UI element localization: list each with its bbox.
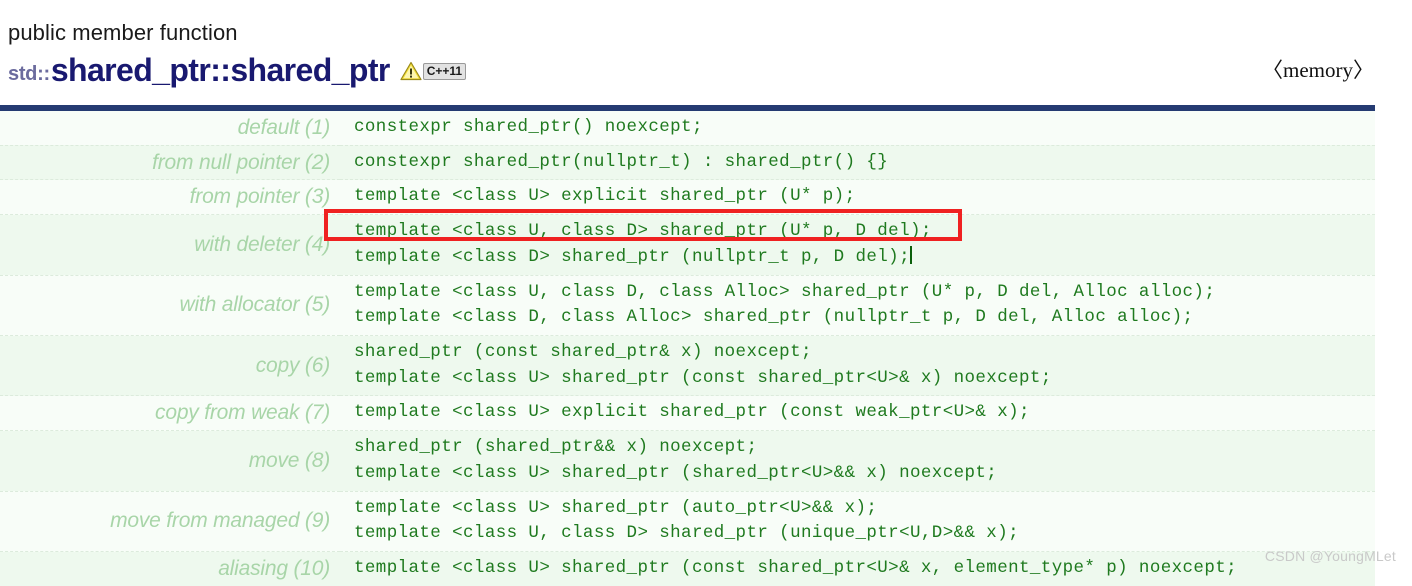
- signature-code: constexpr shared_ptr() noexcept;: [340, 108, 1375, 145]
- table-row: default (1) constexpr shared_ptr() noexce…: [0, 108, 1375, 146]
- warning-triangle-icon[interactable]: [400, 61, 422, 81]
- code-line: template <class U, class D> shared_ptr (…: [354, 523, 1020, 544]
- table-row: from pointer (3) template <class U> expli…: [0, 179, 1375, 215]
- signature-code: template <class U> shared_ptr (auto_ptr<…: [340, 491, 1375, 551]
- signature-code: template <class U> shared_ptr (const sha…: [340, 552, 1375, 586]
- table-row: aliasing (10) template <class U> shared_p…: [0, 551, 1375, 586]
- code-line: constexpr shared_ptr() noexcept;: [354, 117, 703, 137]
- title-badges: C++11: [400, 61, 467, 81]
- signatures-table: default (1) constexpr shared_ptr() noexce…: [0, 105, 1375, 586]
- signature-code: shared_ptr (shared_ptr&& x) noexcept; tem…: [340, 431, 1375, 491]
- table-row: copy (6) shared_ptr (const shared_ptr& x)…: [0, 335, 1375, 396]
- signature-code: template <class U> explicit shared_ptr (…: [340, 180, 1375, 215]
- table-row: move (8) shared_ptr (shared_ptr&& x) noex…: [0, 430, 1375, 492]
- table-row: with allocator (5) template <class U, cla…: [0, 275, 1375, 336]
- signature-code: constexpr shared_ptr(nullptr_t) : shared…: [340, 145, 1375, 180]
- signature-variant-label: from null pointer (2): [152, 150, 330, 174]
- signature-code: shared_ptr (const shared_ptr& x) noexcep…: [340, 336, 1375, 396]
- code-line: template <class U> shared_ptr (shared_pt…: [354, 462, 998, 483]
- code-line: constexpr shared_ptr(nullptr_t) : shared…: [354, 151, 889, 172]
- signature-variant-label: copy (6): [255, 353, 330, 377]
- code-line: template <class U> explicit shared_ptr (…: [354, 186, 856, 207]
- signature-variant-label: move from managed (9): [110, 509, 330, 533]
- code-line: shared_ptr (shared_ptr&& x) noexcept;: [354, 437, 758, 458]
- page-title: std:: shared_ptr::shared_ptr C++11: [0, 44, 1412, 86]
- code-line: template <class U, class D, class Alloc>…: [354, 281, 1216, 302]
- text-cursor: [910, 245, 912, 264]
- table-row: with deleter (4) template <class U, class…: [0, 214, 1375, 276]
- code-line: template <class U> shared_ptr (auto_ptr<…: [354, 497, 878, 518]
- function-name: shared_ptr::shared_ptr: [50, 52, 391, 88]
- code-line: template <class U> shared_ptr (const sha…: [354, 558, 1238, 579]
- signature-variant-label: aliasing (10): [218, 556, 330, 580]
- signature-variant-label: from pointer (3): [189, 185, 331, 209]
- watermark: CSDN @YoungMLet: [1264, 548, 1396, 564]
- table-row: copy from weak (7) template <class U> exp…: [0, 395, 1375, 431]
- signature-variant-label: with allocator (5): [179, 293, 331, 317]
- signature-variant-label: default (1): [237, 115, 331, 139]
- function-kind-label: public member function: [8, 20, 238, 45]
- code-line: shared_ptr (const shared_ptr& x) noexcep…: [354, 342, 812, 363]
- signature-code: template <class U, class D> shared_ptr (…: [340, 215, 1375, 275]
- code-line: template <class U> explicit shared_ptr (…: [354, 402, 1030, 423]
- namespace-prefix: std::: [8, 63, 50, 85]
- code-line: template <class U> shared_ptr (const sha…: [354, 367, 1052, 388]
- signature-code: template <class U, class D, class Alloc>…: [340, 275, 1375, 335]
- signature-code: template <class U> explicit shared_ptr (…: [340, 396, 1375, 431]
- code-line: template <class U, class D> shared_ptr (…: [354, 221, 932, 242]
- table-row: move from managed (9) template <class U> …: [0, 491, 1375, 552]
- code-line: template <class D> shared_ptr (nullptr_t…: [354, 245, 912, 267]
- signature-variant-label: move (8): [248, 448, 330, 472]
- page-header: public member function std:: shared_ptr:…: [0, 0, 1412, 105]
- signature-variant-label: with deleter (4): [194, 232, 330, 256]
- header-file-label[interactable]: 〈memory〉: [1262, 54, 1374, 84]
- signature-variant-label: copy from weak (7): [155, 401, 330, 425]
- table-row: from null pointer (2) constexpr shared_pt…: [0, 145, 1375, 180]
- signatures-table-body: default (1) constexpr shared_ptr() noexce…: [0, 108, 1375, 586]
- code-line: template <class D, class Alloc> shared_p…: [354, 307, 1194, 328]
- cpp11-badge[interactable]: C++11: [422, 62, 467, 80]
